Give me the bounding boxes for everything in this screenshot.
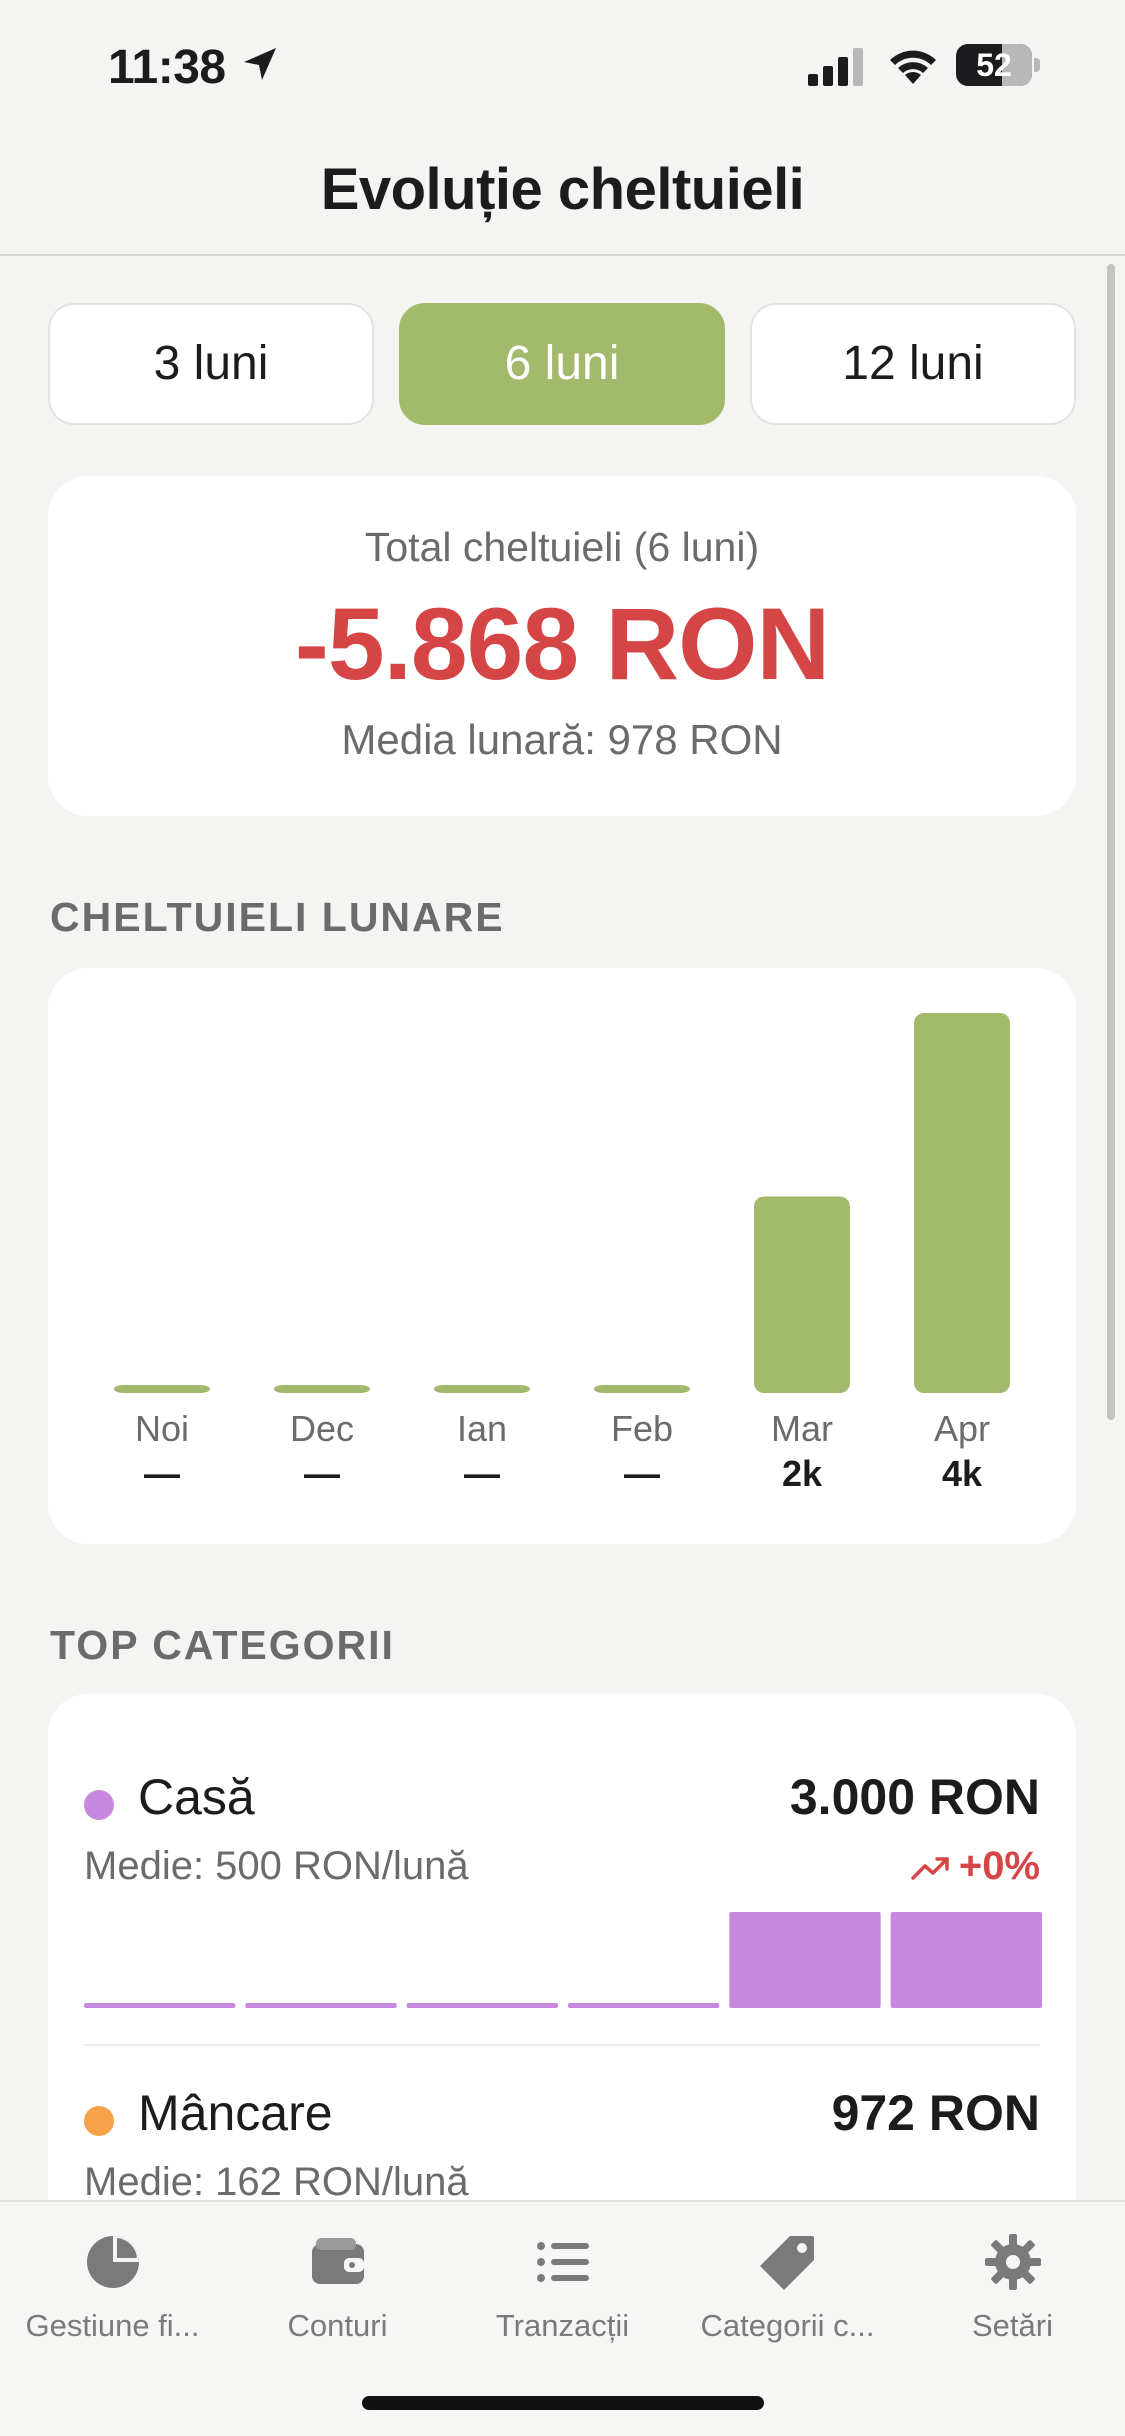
cellular-signal-icon: [808, 48, 863, 86]
category-amount: 3.000 RON: [789, 1769, 1040, 1825]
trend-up-icon: [911, 1857, 949, 1881]
chart-bar-dec[interactable]: [274, 1385, 370, 1393]
chart-value-label: —: [304, 1453, 340, 1494]
tab-label: Tranzacții: [495, 2308, 630, 2343]
category-color-dot: [84, 1790, 114, 1820]
top-categories-title: TOP CATEGORII: [50, 1622, 395, 1668]
category-name: Mâncare: [138, 2085, 333, 2141]
wallet-icon: [311, 2238, 364, 2284]
monthly-section-title: CHELTUIELI LUNARE: [50, 894, 505, 940]
category-name: Casă: [138, 1769, 255, 1825]
chart-value-label: —: [464, 1453, 500, 1494]
page-title: Evoluție cheltuieli: [320, 157, 805, 222]
category-color-dot: [84, 2106, 114, 2136]
tab-label: Gestiune fi...: [25, 2308, 200, 2343]
battery-icon: 52: [956, 44, 1040, 86]
period-12-months-button[interactable]: 12 luni: [750, 303, 1076, 425]
tab-tranzactii[interactable]: Tranzacții: [450, 2230, 675, 2350]
chart-value-label: 4k: [942, 1453, 983, 1494]
chart-month-label: Apr: [934, 1408, 990, 1449]
period-selector: 3 luni 6 luni 12 luni: [48, 303, 1076, 427]
category-sparkbar: [245, 2003, 397, 2008]
category-trend-value: +0%: [958, 1844, 1040, 1888]
chart-bar-ian[interactable]: [434, 1385, 530, 1393]
chart-bar-mar[interactable]: [754, 1196, 850, 1393]
chart-month-label: Noi: [135, 1408, 189, 1449]
total-label: Total cheltuieli (6 luni): [364, 524, 760, 570]
category-sparkbar: [729, 1912, 881, 2008]
tab-label: Categorii c...: [700, 2308, 875, 2343]
list-icon: [536, 2242, 589, 2282]
period-3-months-button[interactable]: 3 luni: [48, 303, 374, 425]
chart-month-label: Dec: [290, 1408, 354, 1449]
period-6-months-button[interactable]: 6 luni: [399, 303, 725, 425]
nav-header: Evoluție cheltuieli: [0, 140, 1125, 256]
category-sparkbar: [84, 2003, 236, 2008]
chart-month-label: Mar: [771, 1408, 833, 1449]
scroll-indicator[interactable]: [1107, 264, 1115, 1420]
home-indicator[interactable]: [362, 2396, 764, 2410]
category-trend: +0%: [911, 1844, 1040, 1889]
monthly-chart-card: Noi — Dec — Ian — Feb — Mar 2k Apr 4k: [48, 968, 1076, 1544]
tab-categorii[interactable]: Categorii c...: [675, 2230, 900, 2350]
chart-month-label: Feb: [611, 1408, 673, 1449]
pie-chart-icon: [86, 2236, 139, 2288]
total-value: -5.868 RON: [294, 587, 830, 701]
chart-bar-noi[interactable]: [114, 1385, 210, 1393]
category-sparkbar: [568, 2003, 720, 2008]
category-sparkbar: [406, 2003, 558, 2008]
status-time: 11:38: [108, 41, 226, 94]
tab-setari[interactable]: Setări: [900, 2230, 1125, 2350]
category-average: Medie: 500 RON/lună: [84, 1844, 469, 1888]
category-sparkbar: [890, 1912, 1042, 2008]
chart-value-label: —: [144, 1453, 180, 1494]
category-sparkbar-chart: [84, 1912, 1042, 2008]
monthly-bar-chart: Noi—Dec—Ian—Feb—Mar2kApr4k: [114, 1013, 1010, 1494]
chart-value-label: 2k: [782, 1453, 823, 1494]
category-amount: 972 RON: [831, 2085, 1040, 2141]
chart-value-label: —: [624, 1453, 660, 1494]
category-divider: [84, 2044, 1040, 2046]
wifi-icon: [890, 50, 936, 84]
tab-label: Conturi: [287, 2308, 388, 2343]
tag-icon: [759, 2236, 814, 2290]
gear-icon: [984, 2234, 1041, 2290]
chart-bar-apr[interactable]: [914, 1013, 1010, 1393]
total-card: Total cheltuieli (6 luni) -5.868 RON Med…: [48, 476, 1076, 816]
status-bar: 11:38 52: [0, 0, 1125, 140]
battery-level: 52: [976, 47, 1012, 83]
monthly-average: Media lunară: 978 RON: [341, 716, 783, 763]
tab-gestiune[interactable]: Gestiune fi...: [0, 2230, 225, 2350]
chart-month-label: Ian: [457, 1408, 507, 1449]
chart-bar-feb[interactable]: [594, 1385, 690, 1393]
tab-label: Setări: [972, 2308, 1053, 2343]
location-arrow-icon: [244, 48, 276, 80]
tab-conturi[interactable]: Conturi: [225, 2230, 450, 2350]
category-average: Medie: 162 RON/lună: [84, 2160, 469, 2204]
